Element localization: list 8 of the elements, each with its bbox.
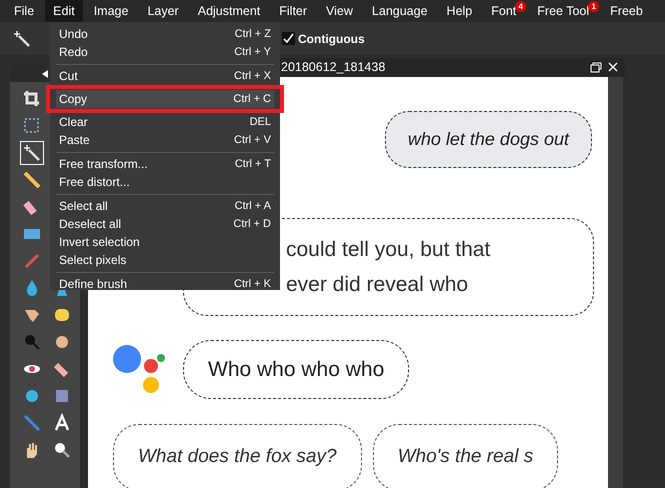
count-badge: 4 [515,1,526,12]
document-title: 20180612_181438 [281,59,386,76]
reply-text-line: could tell you, but that [286,236,492,263]
reply-text-line: ever did reveal who [286,272,470,298]
count-badge: 1 [588,1,600,12]
user-message-bubble: who let the dogs out [384,110,592,168]
reply-bubble: Who who who who [183,340,410,400]
checkbox-label: Contiguous [298,30,365,48]
